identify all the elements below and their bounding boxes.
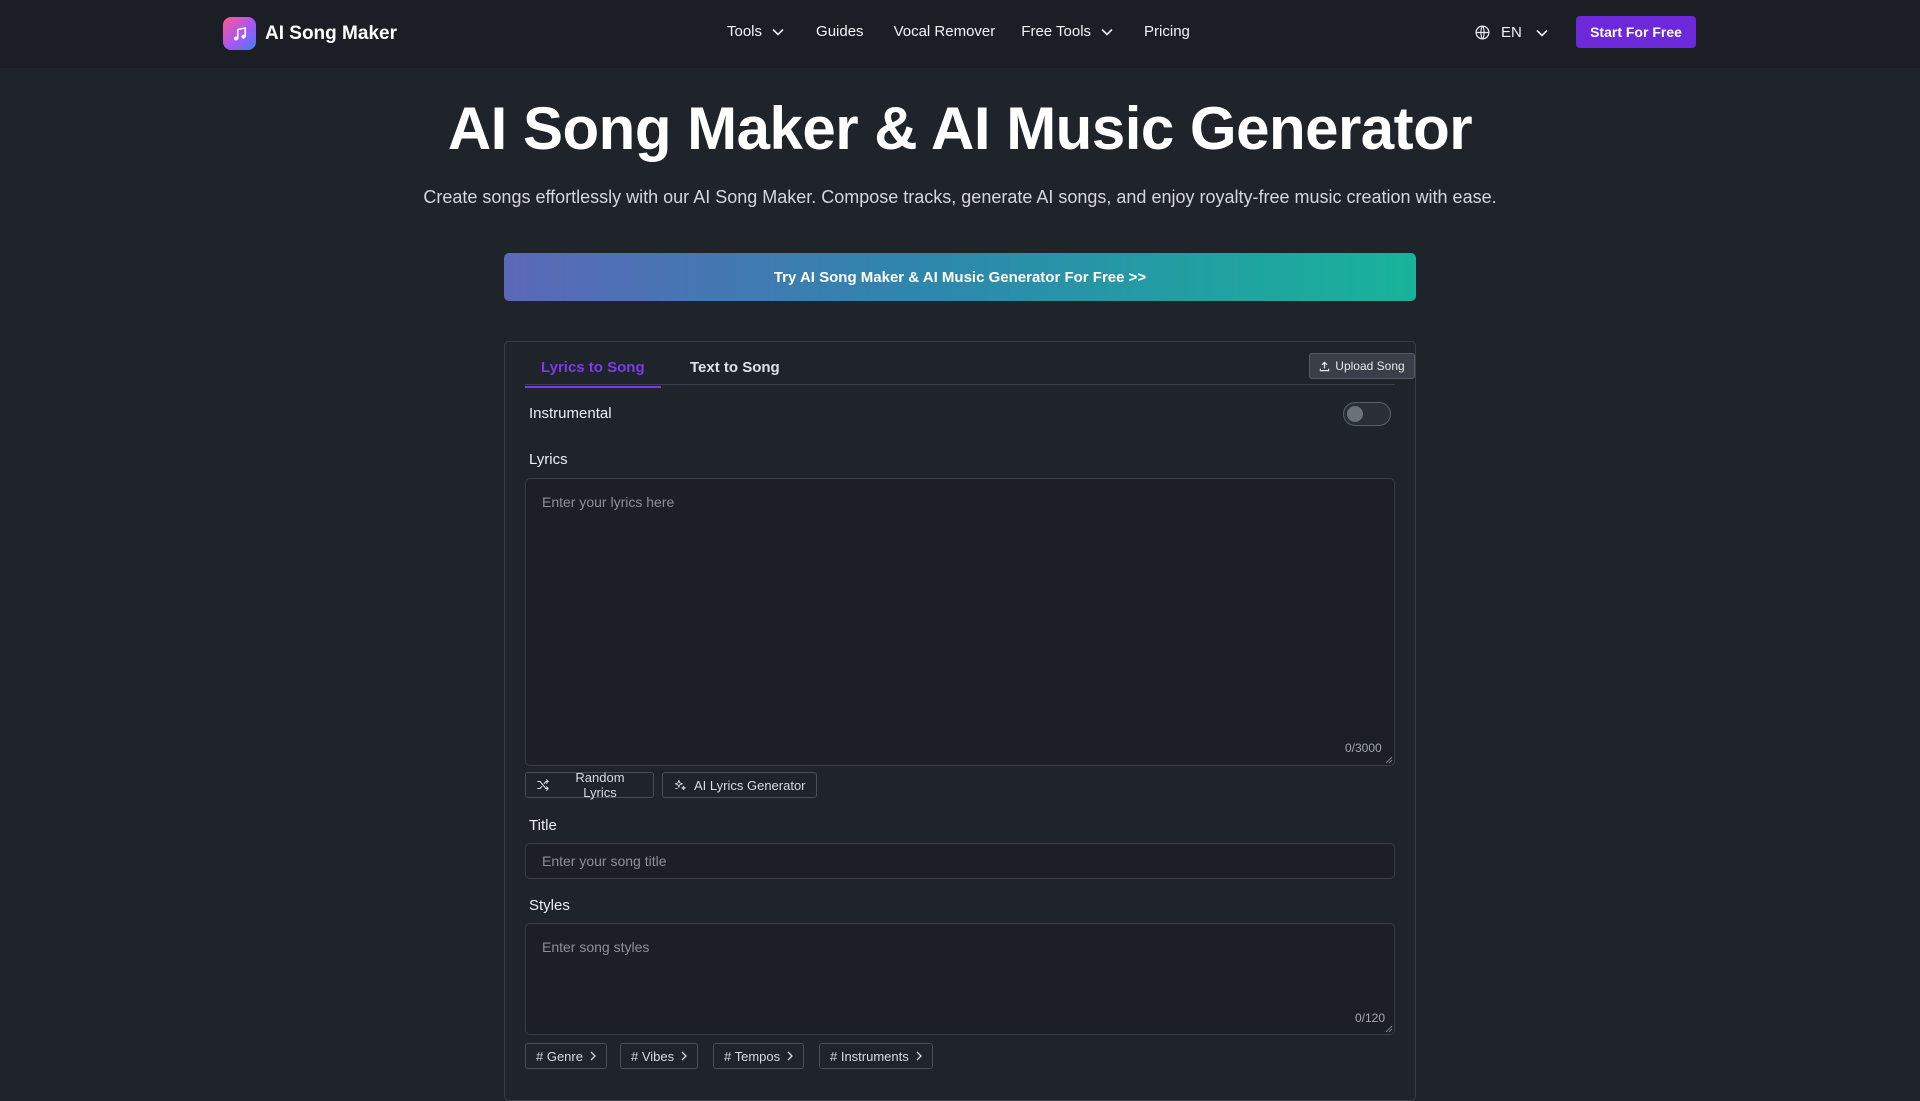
music-note-icon xyxy=(223,17,256,50)
styles-label: Styles xyxy=(529,897,570,914)
ai-lyrics-generator-button[interactable]: AI Lyrics Generator xyxy=(662,772,817,798)
try-free-banner-button[interactable]: Try AI Song Maker & AI Music Generator F… xyxy=(504,253,1416,301)
lyrics-char-counter: 0/3000 xyxy=(1345,741,1382,755)
nav-item-vocal-remover[interactable]: Vocal Remover xyxy=(894,23,996,40)
brand-logo[interactable]: AI Song Maker xyxy=(223,17,397,50)
lyrics-textarea[interactable] xyxy=(525,478,1395,766)
nav-item-label: Free Tools xyxy=(1021,23,1092,40)
chevron-down-icon xyxy=(1536,29,1548,37)
upload-icon xyxy=(1320,360,1330,371)
random-lyrics-button[interactable]: Random Lyrics xyxy=(525,770,654,800)
instrumental-label: Instrumental xyxy=(529,405,612,422)
chevron-down-icon xyxy=(1101,28,1113,36)
language-code: EN xyxy=(1501,24,1522,41)
chevron-right-icon xyxy=(916,1051,922,1061)
nav-item-tools[interactable]: Tools xyxy=(727,23,784,40)
styles-char-counter: 0/120 xyxy=(1355,1011,1386,1025)
nav-item-guides[interactable]: Guides xyxy=(816,23,864,40)
style-tag-genre[interactable]: # Genre xyxy=(525,1043,607,1069)
nav-item-label: Tools xyxy=(727,23,763,40)
brand-name: AI Song Maker xyxy=(265,22,397,44)
nav-item-pricing[interactable]: Pricing xyxy=(1144,23,1190,40)
nav-item-free-tools[interactable]: Free Tools xyxy=(1021,23,1113,40)
mode-tabs: Lyrics to Song Text to Song Upload Song xyxy=(525,342,1415,388)
top-navbar: AI Song Maker Tools Guides Vocal Remover… xyxy=(0,0,1920,68)
chevron-right-icon xyxy=(590,1051,596,1061)
style-tag-tempos[interactable]: # Tempos xyxy=(713,1043,805,1069)
tab-lyrics-to-song[interactable]: Lyrics to Song xyxy=(525,359,661,388)
random-lyrics-label: Random Lyrics xyxy=(575,770,625,800)
tab-text-to-song[interactable]: Text to Song xyxy=(690,359,780,386)
nav-item-label: Guides xyxy=(816,23,864,40)
ai-lyrics-generator-label: AI Lyrics Generator xyxy=(694,777,806,793)
language-selector[interactable]: EN xyxy=(1474,24,1548,41)
nav-item-label: Vocal Remover xyxy=(893,23,996,40)
globe-icon xyxy=(1475,25,1490,40)
resize-handle-icon[interactable] xyxy=(1385,756,1393,764)
upload-song-button[interactable]: Upload Song xyxy=(1309,353,1415,379)
title-label: Title xyxy=(529,817,557,834)
style-tag-instruments[interactable]: # Instruments xyxy=(819,1043,933,1069)
style-tag-label: # Vibes xyxy=(631,1048,675,1064)
main-nav: Tools Guides Vocal Remover Free Tools Pr… xyxy=(727,23,1190,40)
song-title-input[interactable] xyxy=(525,843,1395,879)
start-for-free-button[interactable]: Start For Free xyxy=(1576,16,1696,48)
style-tag-label: # Instruments xyxy=(830,1048,909,1064)
chevron-right-icon xyxy=(787,1051,794,1061)
resize-handle-icon[interactable] xyxy=(1385,1025,1393,1033)
toggle-knob xyxy=(1347,406,1363,422)
instrumental-toggle[interactable] xyxy=(1343,402,1391,426)
style-tag-vibes[interactable]: # Vibes xyxy=(620,1043,699,1069)
page-subtitle: Create songs effortlessly with our AI So… xyxy=(423,187,1497,207)
chevron-down-icon xyxy=(772,28,784,36)
lyrics-label: Lyrics xyxy=(529,451,568,468)
page-title: AI Song Maker & AI Music Generator xyxy=(447,95,1473,162)
nav-item-label: Pricing xyxy=(1144,23,1190,40)
style-tag-label: # Genre xyxy=(536,1048,583,1064)
styles-textarea[interactable] xyxy=(525,923,1395,1035)
upload-song-label: Upload Song xyxy=(1335,359,1405,373)
sparkles-icon xyxy=(674,779,686,791)
chevron-right-icon xyxy=(681,1051,688,1061)
style-tag-label: # Tempos xyxy=(724,1048,781,1064)
shuffle-icon xyxy=(537,779,549,791)
song-generator-panel: Lyrics to Song Text to Song Upload Song … xyxy=(504,341,1416,1101)
